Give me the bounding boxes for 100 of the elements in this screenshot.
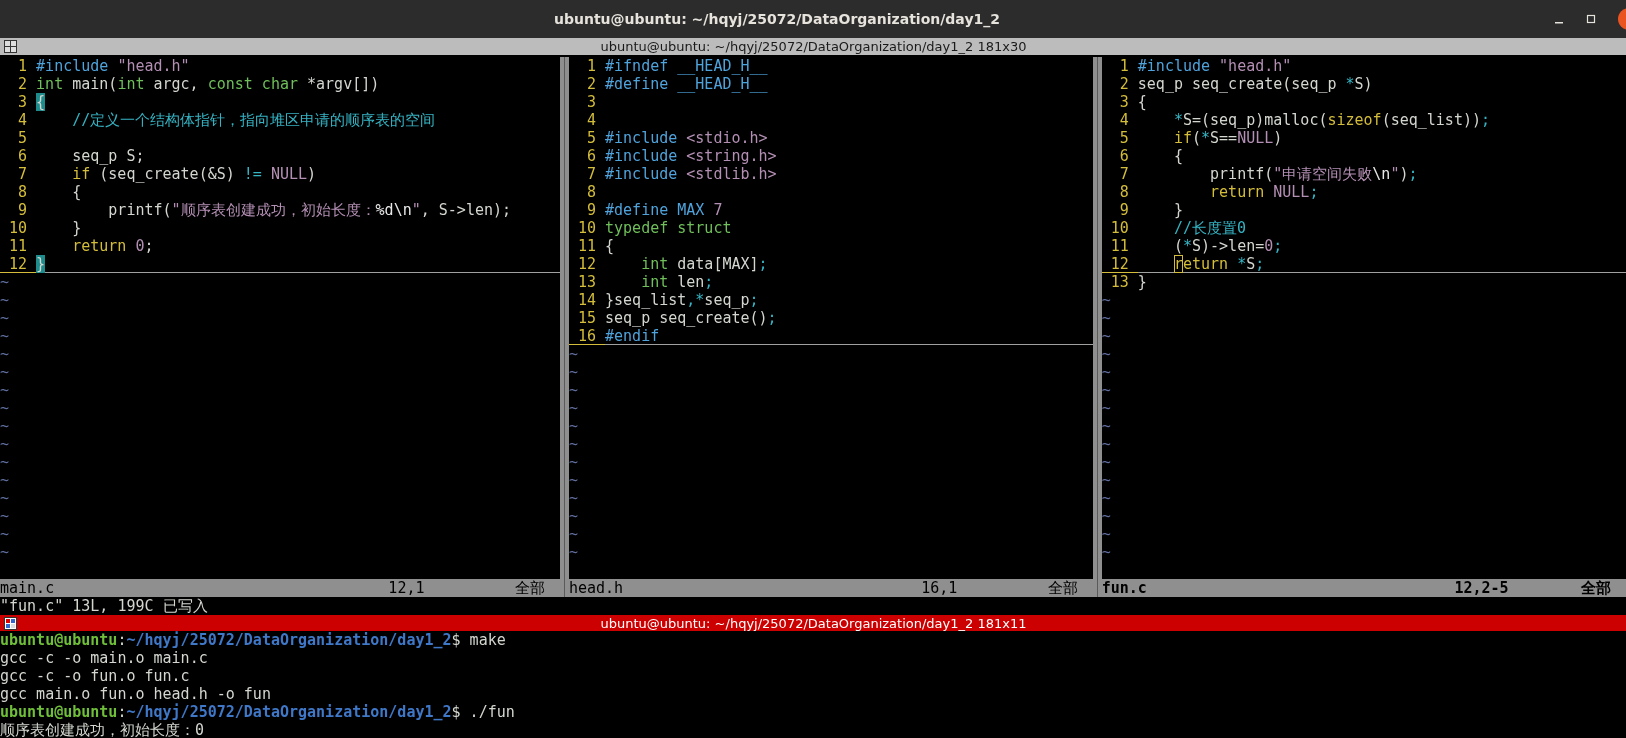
line-number: 13 [576, 273, 596, 291]
prompt-user: ubuntu@ubuntu [0, 703, 118, 721]
line-number: 2 [585, 75, 596, 93]
tilde-marker: ~ [568, 489, 578, 507]
close-icon[interactable] [1618, 8, 1626, 30]
line-number: 3 [17, 93, 28, 111]
code-line: #include <string.h> [605, 147, 778, 165]
tilde-marker: ~ [1101, 543, 1111, 561]
scroll-position: 全部 [514, 579, 546, 597]
scroll-position: 全部 [1580, 579, 1612, 597]
tilde-marker: ~ [0, 471, 10, 489]
code-line: } [36, 255, 560, 273]
line-number: 6 [1118, 147, 1129, 165]
code-line: seq_p seq_create(seq_p *S) [1137, 75, 1374, 93]
file-name: main.c [0, 579, 56, 597]
line-number: 9 [17, 201, 28, 219]
line-number: 2 [17, 75, 28, 93]
line-number: 11 [1109, 237, 1129, 255]
tilde-marker: ~ [568, 435, 578, 453]
tilde-marker: ~ [0, 345, 10, 363]
file-name: head.h [568, 579, 625, 597]
maximize-icon[interactable] [1586, 14, 1596, 24]
line-number: 2 [1118, 75, 1129, 93]
tilde-marker: ~ [0, 273, 10, 291]
tilde-marker: ~ [1101, 435, 1111, 453]
code-line: seq_p S; [71, 147, 146, 165]
tilde-marker: ~ [1101, 417, 1111, 435]
shell-command: $ ./fun [451, 703, 515, 721]
tilde-marker: ~ [568, 417, 578, 435]
line-number: 8 [17, 183, 28, 201]
grid-icon [4, 40, 17, 53]
tilde-marker: ~ [1101, 345, 1111, 363]
shell-output: gcc -c -o fun.o fun.c [0, 667, 190, 685]
code-line: { [1172, 147, 1184, 165]
tilde-marker: ~ [568, 543, 578, 561]
line-number: 13 [1109, 273, 1129, 291]
tilde-marker: ~ [1101, 327, 1111, 345]
line-number: 1 [1118, 57, 1129, 75]
pane-title: ubuntu@ubuntu: ~/hqyj/25072/DataOrganization/day1_2 181x11 [599, 615, 1028, 631]
tilde-marker: ~ [0, 309, 10, 327]
tilde-marker: ~ [0, 417, 10, 435]
line-number: 4 [1118, 111, 1129, 129]
code-line: if(*S==NULL) [1172, 129, 1284, 147]
tilde-marker: ~ [1101, 291, 1111, 309]
code-line: } [1172, 201, 1184, 219]
shell-output: gcc main.o fun.o head.h -o fun [0, 685, 271, 703]
line-number: 12 [0, 255, 37, 273]
code-line: return *S; [1137, 255, 1626, 273]
shell-output: 顺序表创建成功，初始长度：0 [0, 721, 205, 738]
line-number: 9 [585, 201, 596, 219]
line-number: 3 [1118, 93, 1129, 111]
file-name: fun.c [1101, 579, 1148, 597]
pane-title: ubuntu@ubuntu: ~/hqyj/25072/DataOrganization/day1_2 181x30 [599, 39, 1028, 54]
line-number: 7 [585, 165, 596, 183]
code-line: //定义一个结构体指针，指向堆区申请的顺序表的空间 [71, 111, 437, 129]
line-number: 10 [8, 219, 28, 237]
scroll-position: 全部 [1047, 579, 1079, 597]
tilde-marker: ~ [0, 327, 10, 345]
line-number: 11 [576, 237, 596, 255]
tilde-marker: ~ [1101, 399, 1111, 417]
tilde-marker: ~ [568, 525, 578, 543]
code-line: int len; [640, 273, 715, 291]
code-line: #include <stdlib.h> [605, 165, 778, 183]
tilde-marker: ~ [568, 453, 578, 471]
command-line-message: "fun.c" 13L, 199C 已写入 [0, 597, 208, 615]
tilde-marker: ~ [0, 291, 10, 309]
line-number: 1 [17, 57, 28, 75]
line-number: 5 [1118, 129, 1129, 147]
code-line: printf("顺序表创建成功，初始长度：%d\n", S->len); [107, 201, 513, 219]
tilde-marker: ~ [0, 489, 10, 507]
tilde-marker: ~ [0, 453, 10, 471]
prompt-user: ubuntu@ubuntu [0, 631, 118, 649]
code-line: return 0; [71, 237, 155, 255]
tilde-marker: ~ [1101, 381, 1111, 399]
tilde-marker: ~ [1101, 507, 1111, 525]
window-title: ubuntu@ubuntu: ~/hqyj/25072/DataOrganization/day1_2 [553, 11, 1001, 27]
cursor-position: 16,1 [921, 579, 959, 597]
code-line: } [71, 219, 83, 237]
code-line: #ifndef __HEAD_H__ [605, 57, 769, 75]
code-line: if (seq_create(&S) != NULL) [71, 165, 318, 183]
tilde-marker: ~ [0, 525, 10, 543]
tilde-marker: ~ [568, 471, 578, 489]
code-line: { [1137, 93, 1148, 111]
code-line: typedef struct [605, 219, 733, 237]
grid-icon [4, 616, 17, 630]
code-line: #endif [605, 327, 1093, 345]
line-number: 1 [585, 57, 596, 75]
line-number: 12 [1101, 255, 1138, 273]
line-number: 4 [17, 111, 28, 129]
line-number: 4 [585, 111, 596, 129]
line-number: 10 [1109, 219, 1129, 237]
prompt-path: ~/hqyj/25072/DataOrganization/day1_2 [126, 703, 452, 721]
code-line: int main(int argc, const char *argv[]) [36, 75, 381, 93]
line-number: 6 [17, 147, 28, 165]
tilde-marker: ~ [0, 435, 10, 453]
prompt-separator: : [117, 631, 127, 649]
line-number: 6 [585, 147, 596, 165]
line-number: 16 [568, 327, 605, 345]
tilde-marker: ~ [568, 381, 578, 399]
line-number: 7 [1118, 165, 1129, 183]
